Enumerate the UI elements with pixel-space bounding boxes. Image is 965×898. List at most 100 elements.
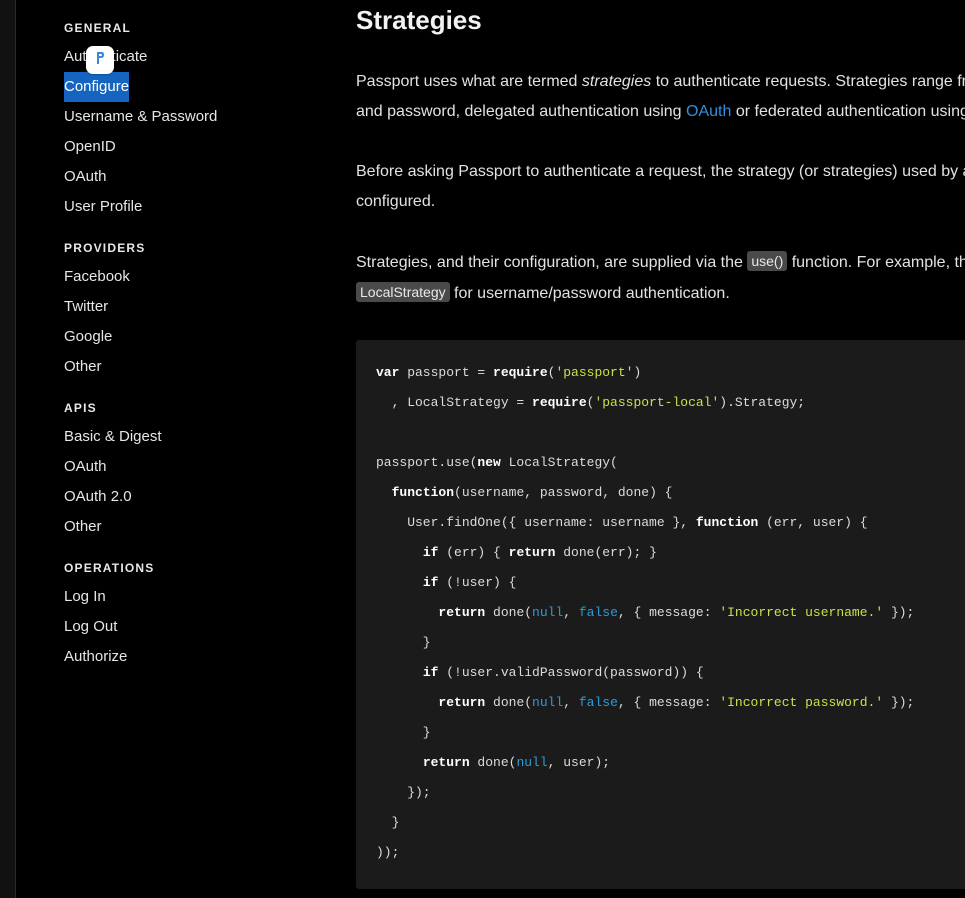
code-text: , user); bbox=[547, 755, 611, 770]
sidebar-item-username-password[interactable]: Username & Password bbox=[64, 107, 217, 127]
code-line: , LocalStrategy = require('passport-loca… bbox=[376, 394, 806, 412]
section-heading-apis: APIS bbox=[64, 401, 97, 415]
code-keyword: function bbox=[391, 485, 455, 500]
code-string: 'Incorrect password.' bbox=[719, 695, 884, 710]
sidebar-item-user-profile[interactable]: User Profile bbox=[64, 197, 142, 217]
sidebar-item-openid[interactable]: OpenID bbox=[64, 137, 116, 157]
code-line: passport.use(new LocalStrategy( bbox=[376, 454, 618, 472]
sidebar-item-basic-digest[interactable]: Basic & Digest bbox=[64, 427, 162, 447]
code-line: return done(null, user); bbox=[376, 754, 610, 772]
code-line: if (!user.validPassword(password)) { bbox=[376, 664, 704, 682]
code-string: 'Incorrect username.' bbox=[719, 605, 884, 620]
code-line: function(username, password, done) { bbox=[376, 484, 673, 502]
sidebar-item-twitter[interactable]: Twitter bbox=[64, 297, 108, 317]
text: or federated authentication using bbox=[731, 103, 965, 120]
text: and password, delegated authentication u… bbox=[356, 103, 687, 120]
section-heading-general: GENERAL bbox=[64, 21, 132, 35]
code-keyword: if bbox=[422, 545, 439, 560]
code-string: 'passport-local' bbox=[594, 395, 720, 410]
code-line: User.findOne({ username: username }, fun… bbox=[376, 514, 868, 532]
sidebar-item-log-in[interactable]: Log In bbox=[64, 587, 106, 607]
sidebar-item-authorize[interactable]: Authorize bbox=[64, 647, 127, 667]
code-text: done( bbox=[485, 695, 533, 710]
code-line: } bbox=[376, 815, 400, 830]
paragraph-configure-line-1: Before asking Passport to authenticate a… bbox=[356, 163, 965, 180]
code-text: ) bbox=[633, 365, 642, 380]
code-line: if (err) { return done(err); } bbox=[376, 544, 657, 562]
code-text: passport = bbox=[399, 365, 494, 380]
code-text: passport.use( bbox=[376, 455, 478, 470]
text: Strategies, and their configuration, are… bbox=[356, 254, 748, 271]
code-text: , bbox=[563, 695, 579, 710]
paragraph-use-function-line-2: LocalStrategy for username/password auth… bbox=[356, 279, 730, 309]
code-keyword: return bbox=[438, 605, 486, 620]
code-text: done( bbox=[469, 755, 517, 770]
code-literal: null bbox=[532, 695, 564, 710]
code-text: (err) { bbox=[438, 545, 509, 560]
code-keyword: if bbox=[422, 665, 439, 680]
sidebar-item-api-oauth[interactable]: OAuth bbox=[64, 457, 107, 477]
code-line: )); bbox=[376, 845, 400, 860]
code-text: (username, password, done) { bbox=[454, 485, 673, 500]
section-heading-providers: PROVIDERS bbox=[64, 241, 146, 255]
paragraph-configure-line-2: configured. bbox=[356, 193, 436, 210]
code-text: }); bbox=[883, 605, 915, 620]
paragraph-use-function-line-1: Strategies, and their configuration, are… bbox=[356, 248, 965, 278]
sidebar-item-other-providers[interactable]: Other bbox=[64, 357, 102, 377]
code-line: }); bbox=[376, 785, 431, 800]
paragraph-strategies-intro-line-1: Passport uses what are termed strategies… bbox=[356, 67, 965, 97]
code-string: 'passport' bbox=[555, 365, 634, 380]
code-block[interactable]: var passport = require('passport') , Loc… bbox=[356, 340, 965, 889]
code-keyword: require bbox=[493, 365, 548, 380]
code-keyword: return bbox=[438, 695, 486, 710]
code-literal: null bbox=[532, 605, 564, 620]
section-heading-operations: OPERATIONS bbox=[64, 561, 155, 575]
code-keyword: new bbox=[477, 455, 501, 470]
code-text: , bbox=[563, 605, 579, 620]
passport-logo-icon[interactable] bbox=[86, 46, 114, 74]
inline-code-localstrategy: LocalStrategy bbox=[356, 282, 450, 302]
code-text: done(err); } bbox=[555, 545, 657, 560]
emphasis-strategies: strategies bbox=[581, 73, 652, 90]
code-text: ).Strategy; bbox=[719, 395, 806, 410]
code-text: User.findOne({ username: username }, bbox=[376, 515, 696, 530]
sidebar-item-log-out[interactable]: Log Out bbox=[64, 617, 117, 637]
code-literal: false bbox=[578, 605, 618, 620]
code-keyword: return bbox=[508, 545, 556, 560]
code-literal: null bbox=[516, 755, 548, 770]
window-left-border bbox=[0, 0, 16, 898]
code-text: LocalStrategy( bbox=[500, 455, 618, 470]
code-text: (!user.validPassword(password)) { bbox=[438, 665, 704, 680]
code-keyword: function bbox=[695, 515, 759, 530]
sidebar-item-oauth2[interactable]: OAuth 2.0 bbox=[64, 487, 132, 507]
text: function. For example, th bbox=[787, 254, 965, 271]
code-text: done( bbox=[485, 605, 533, 620]
code-text: }); bbox=[883, 695, 915, 710]
oauth-link[interactable]: OAuth bbox=[686, 103, 731, 120]
code-text: (err, user) { bbox=[758, 515, 868, 530]
sidebar-item-facebook[interactable]: Facebook bbox=[64, 267, 130, 287]
text: to authenticate requests. Strategies ran… bbox=[651, 73, 965, 90]
sidebar-item-oauth[interactable]: OAuth bbox=[64, 167, 107, 187]
sidebar-item-google[interactable]: Google bbox=[64, 327, 112, 347]
text: for username/password authentication. bbox=[449, 285, 730, 302]
code-keyword: var bbox=[376, 365, 400, 380]
sidebar-item-other-apis[interactable]: Other bbox=[64, 517, 102, 537]
code-line: return done(null, false, { message: 'Inc… bbox=[376, 694, 914, 712]
code-keyword: return bbox=[422, 755, 470, 770]
code-line: if (!user) { bbox=[376, 574, 517, 592]
code-line: return done(null, false, { message: 'Inc… bbox=[376, 604, 914, 622]
passport-glyph-icon bbox=[97, 52, 104, 64]
paragraph-strategies-intro-line-2: and password, delegated authentication u… bbox=[356, 97, 965, 127]
code-keyword: if bbox=[422, 575, 439, 590]
sidebar-item-configure[interactable]: Configure bbox=[64, 72, 130, 102]
code-literal: false bbox=[578, 695, 618, 710]
code-text: (!user) { bbox=[438, 575, 517, 590]
code-text: , LocalStrategy = bbox=[376, 395, 533, 410]
